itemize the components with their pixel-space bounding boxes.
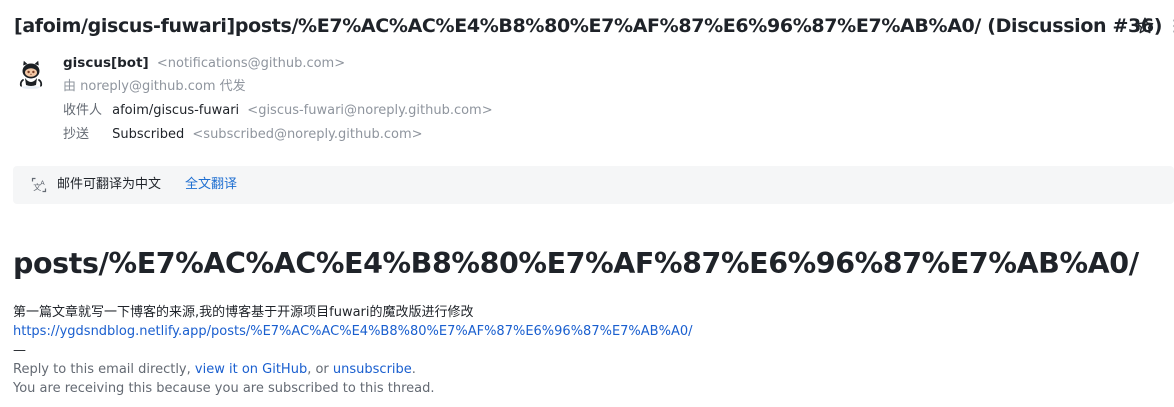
translate-notice: 邮件可翻译为中文 — [57, 177, 162, 192]
view-on-github-link[interactable]: view it on GitHub — [195, 362, 307, 377]
to-name[interactable]: afoim/giscus-fuwari — [112, 103, 239, 118]
separator: — — [13, 343, 26, 358]
reply-suffix: . — [411, 362, 416, 377]
cc-label: 抄送 — [63, 127, 90, 142]
to-label: 收件人 — [63, 103, 103, 118]
cc-email[interactable]: <subscribed@noreply.github.com> — [192, 127, 422, 142]
via-line: 由 noreply@github.com 代发 — [63, 79, 246, 94]
body-description: 第一篇文章就写一下博客的来源,我的博客基于开源项目fuwari的魔改版进行修改 — [13, 305, 474, 320]
reply-middle: , or — [307, 362, 333, 377]
post-url-link[interactable]: https://ygdsndblog.netlify.app/posts/%E7… — [13, 323, 693, 341]
github-octocat-icon[interactable] — [14, 56, 48, 90]
star-icon[interactable] — [1135, 16, 1155, 36]
reply-prefix: Reply to this email directly, — [13, 362, 195, 377]
reply-line: Reply to this email directly, view it on… — [13, 361, 416, 379]
unsubscribe-link[interactable]: unsubscribe — [333, 362, 412, 377]
more-icon[interactable] — [1165, 16, 1174, 36]
cc-line: 抄送 Subscribed <subscribed@noreply.github… — [63, 126, 423, 144]
body-title: posts/%E7%AC%AC%E4%B8%80%E7%AF%87%E6%96%… — [13, 247, 1139, 280]
email-subject: [afoim/giscus-fuwari]posts/%E7%AC%AC%E4%… — [14, 15, 1163, 37]
sender-line: giscus[bot] <notifications@github.com> — [63, 54, 345, 73]
to-line: 收件人 afoim/giscus-fuwari <giscus-fuwari@n… — [63, 102, 493, 120]
subject-row: [afoim/giscus-fuwari]posts/%E7%AC%AC%E4%… — [14, 12, 1174, 40]
sender-name[interactable]: giscus[bot] — [63, 55, 149, 71]
email-view: [afoim/giscus-fuwari]posts/%E7%AC%AC%E4%… — [0, 0, 1174, 407]
to-email[interactable]: <giscus-fuwari@noreply.github.com> — [247, 103, 492, 118]
sender-email[interactable]: <notifications@github.com> — [157, 56, 345, 71]
translate-bar: 文 A 邮件可翻译为中文 全文翻译 — [13, 166, 1174, 204]
svg-text:A: A — [40, 179, 45, 187]
translate-full-button[interactable]: 全文翻译 — [185, 176, 237, 194]
cc-name[interactable]: Subscribed — [112, 127, 184, 142]
receiving-note: You are receiving this because you are s… — [13, 381, 435, 396]
translate-icon: 文 A — [31, 177, 47, 193]
